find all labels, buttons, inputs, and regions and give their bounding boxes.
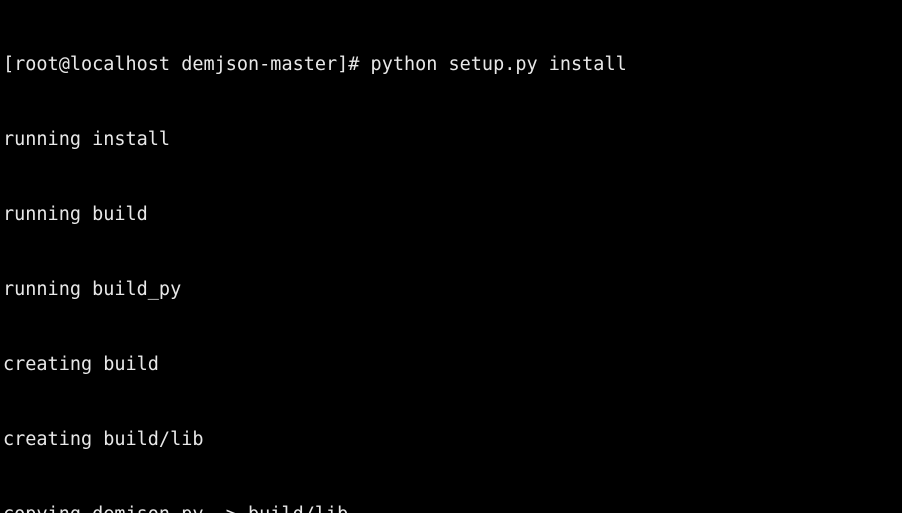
terminal-line-text: creating build/lib [3, 429, 204, 450]
terminal-line-text: running install [3, 129, 171, 150]
terminal-line: [root@localhost demjson-master]# python … [3, 52, 902, 77]
terminal-line: running build_py [3, 277, 902, 302]
terminal-line-text: creating build [3, 354, 159, 375]
terminal-line: creating build/lib [3, 427, 902, 452]
terminal-screen[interactable]: [root@localhost demjson-master]# python … [3, 2, 902, 513]
terminal-line: running build [3, 202, 902, 227]
terminal-line: copying demjson.py -> build/lib [3, 502, 902, 513]
terminal-line-text: running build_py [3, 279, 182, 300]
terminal-line: creating build [3, 352, 902, 377]
terminal-line-text: [root@localhost demjson-master]# python … [3, 54, 627, 75]
terminal-window[interactable]: [root@localhost demjson-master]# python … [0, 0, 902, 513]
terminal-line-text: copying demjson.py -> build/lib [3, 504, 348, 513]
terminal-line-text: running build [3, 204, 148, 225]
terminal-line: running install [3, 127, 902, 152]
